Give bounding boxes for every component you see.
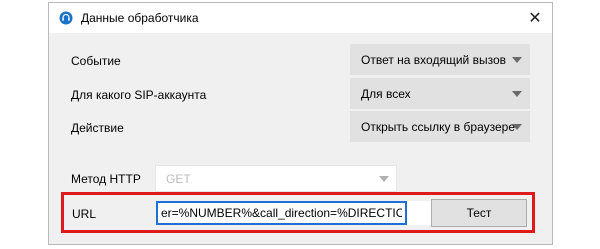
url-field-extension (407, 201, 431, 225)
chevron-down-icon (512, 124, 522, 130)
url-row-highlight: URL Тест (61, 192, 535, 233)
http-method-label: Метод HTTP (71, 172, 141, 186)
event-dropdown[interactable]: Ответ на входящий вызов (350, 44, 530, 75)
sip-account-dropdown-value: Для всех (361, 87, 411, 101)
url-label: URL (72, 207, 97, 221)
event-dropdown-value: Ответ на входящий вызов (361, 53, 506, 67)
headset-icon (59, 11, 73, 25)
chevron-down-icon (512, 91, 522, 97)
title-bar: Данные обработчика ✕ (49, 3, 552, 33)
action-label: Действие (71, 121, 124, 135)
chevron-down-icon (379, 176, 389, 182)
window-title: Данные обработчика (81, 11, 199, 25)
action-dropdown-value: Открыть ссылку в браузере (361, 120, 515, 134)
url-input[interactable] (158, 203, 405, 223)
sip-account-dropdown[interactable]: Для всех (350, 78, 530, 109)
dialog-content: Событие Ответ на входящий вызов Для како… (49, 33, 552, 244)
event-label: Событие (71, 54, 121, 68)
http-method-dropdown-value: GET (166, 172, 191, 186)
chevron-down-icon (512, 57, 522, 63)
close-icon: ✕ (528, 10, 542, 27)
handler-data-dialog: Данные обработчика ✕ Событие Ответ на вх… (48, 2, 553, 245)
action-dropdown[interactable]: Открыть ссылку в браузере (350, 111, 530, 142)
url-field[interactable] (156, 201, 407, 225)
test-button[interactable]: Тест (431, 199, 527, 227)
http-method-dropdown: GET (155, 165, 397, 192)
sip-account-label: Для какого SIP-аккаунта (71, 88, 207, 102)
test-button-label: Тест (466, 206, 492, 220)
close-button[interactable]: ✕ (524, 7, 546, 29)
